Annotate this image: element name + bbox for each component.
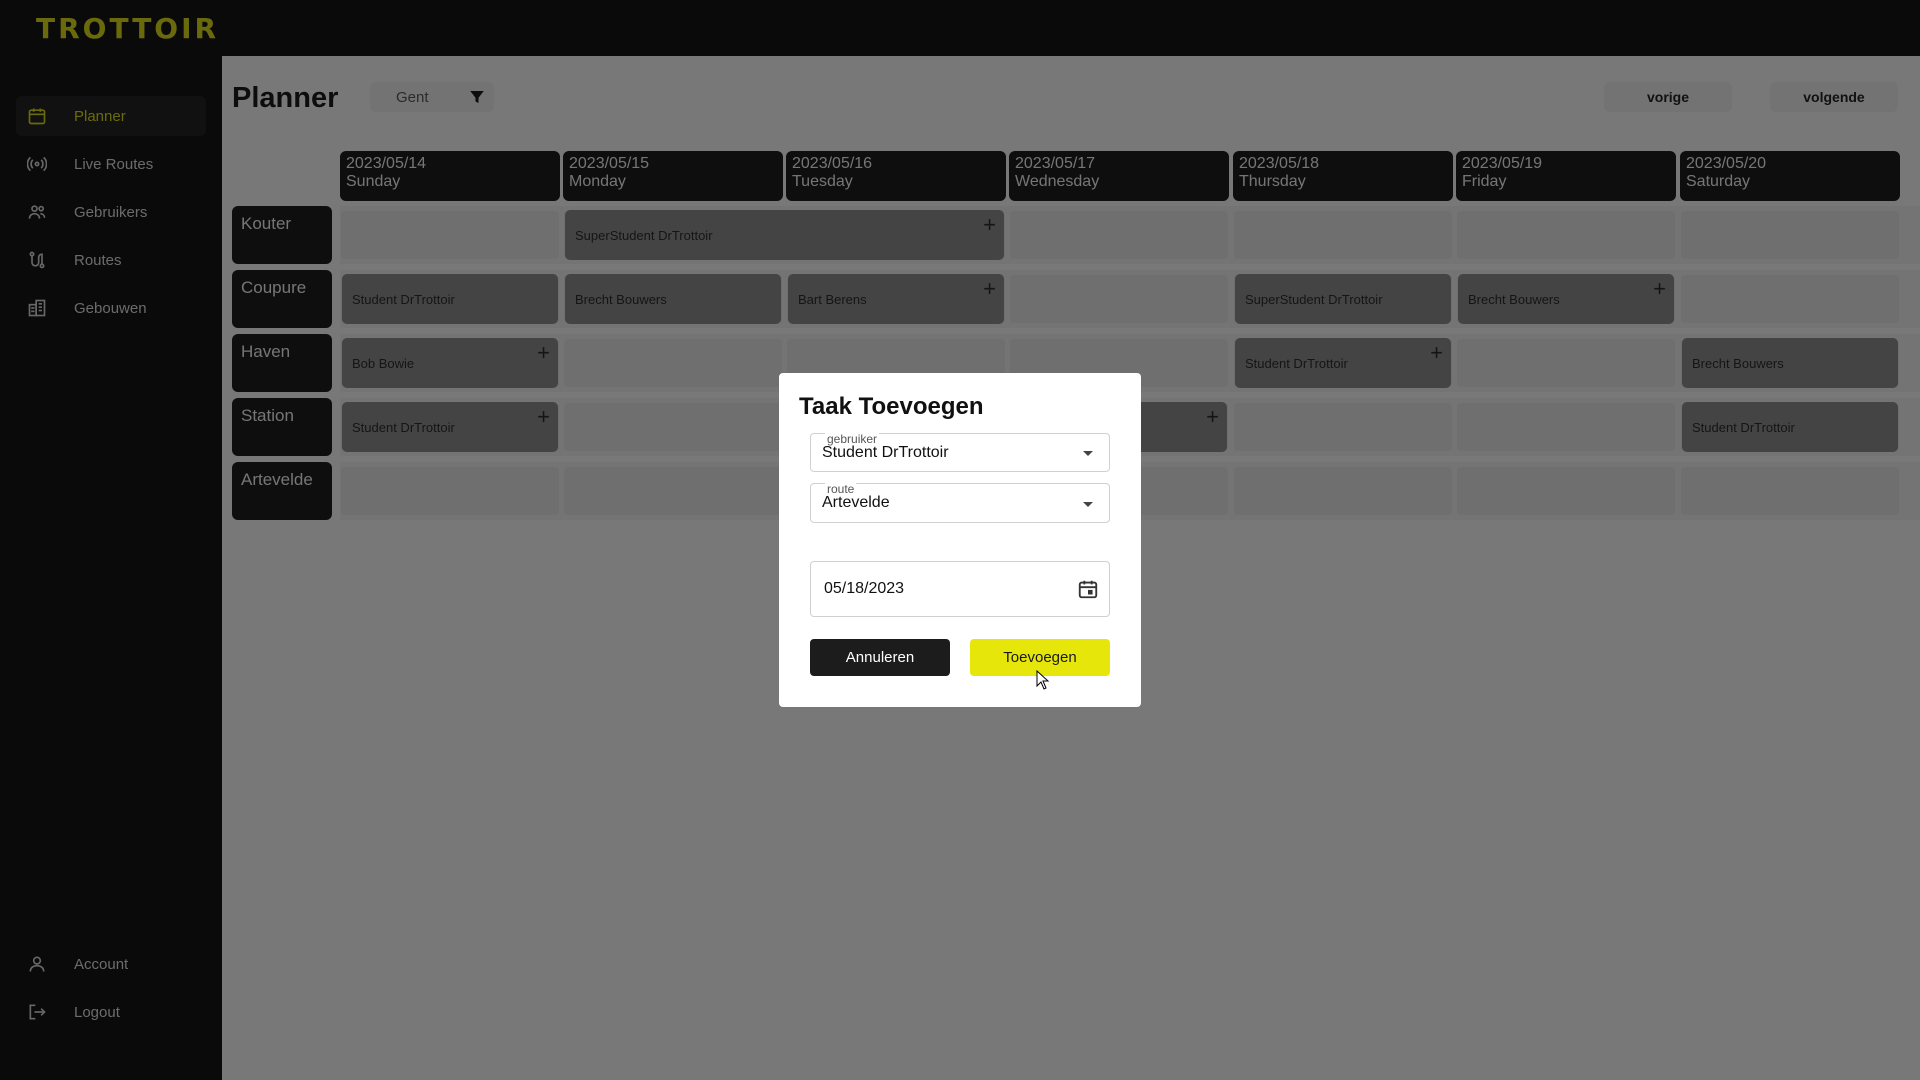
date-input-value: 05/18/2023 bbox=[824, 580, 905, 597]
user-select-value: Student DrTrottoir bbox=[822, 444, 949, 461]
cancel-button[interactable]: Annuleren bbox=[810, 639, 950, 676]
chevron-down-icon bbox=[1083, 502, 1093, 507]
user-select[interactable]: gebruiker Student DrTrottoir bbox=[810, 433, 1110, 472]
route-select-value: Artevelde bbox=[822, 494, 890, 511]
dialog-title: Taak Toevoegen bbox=[799, 393, 984, 420]
chevron-down-icon bbox=[1083, 451, 1093, 456]
route-select[interactable]: route Artevelde bbox=[810, 483, 1110, 523]
mouse-cursor-icon bbox=[1036, 670, 1050, 690]
add-task-dialog: Taak Toevoegen gebruiker Student DrTrott… bbox=[779, 373, 1141, 707]
calendar-icon[interactable] bbox=[1077, 578, 1099, 600]
date-input[interactable]: 05/18/2023 bbox=[810, 561, 1110, 617]
